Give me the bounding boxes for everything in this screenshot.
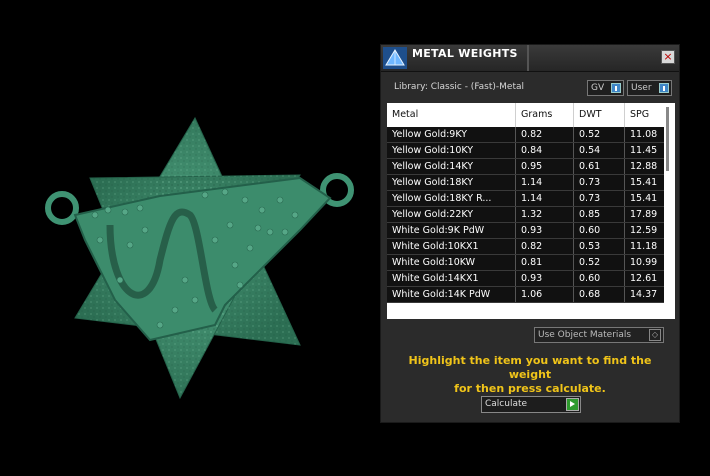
use-object-materials-dropdown[interactable]: Use Object Materials ◇ (534, 327, 664, 343)
dwt-cell: 0.53 (574, 239, 625, 254)
gv-toggle-label: GV (591, 83, 605, 93)
3d-viewport[interactable] (0, 0, 380, 476)
grams-cell: 0.93 (516, 271, 574, 286)
table-header: Metal Grams DWT SPG (387, 103, 664, 127)
table-row[interactable]: Yellow Gold:22KY 1.32 0.85 17.89 (387, 207, 664, 223)
grams-cell: 0.82 (516, 127, 574, 142)
column-header-metal[interactable]: Metal (387, 103, 516, 127)
table-row[interactable]: White Gold:14K PdW 1.06 0.68 14.37 (387, 287, 664, 303)
calculate-button[interactable]: Calculate (481, 396, 581, 413)
grams-cell: 0.84 (516, 143, 574, 158)
vertical-scrollbar[interactable] (666, 107, 669, 171)
spg-cell: 15.41 (630, 193, 658, 204)
instruction-line-2: for then press calculate. (454, 382, 606, 395)
metal-weights-panel: METAL WEIGHTS × Library: Classic - (Fast… (380, 44, 680, 423)
title-divider (527, 45, 529, 71)
panel-title: METAL WEIGHTS (412, 47, 518, 60)
grams-cell: 0.81 (516, 255, 574, 270)
column-header-grams[interactable]: Grams (516, 103, 574, 127)
library-label: Library: Classic - (Fast)-Metal (394, 82, 525, 92)
dropdown-icon: ◇ (649, 329, 661, 341)
grams-cell: 0.93 (516, 223, 574, 238)
table-row[interactable]: Yellow Gold:10KY 0.84 0.54 11.45 (387, 143, 664, 159)
table-body: Yellow Gold:9KY 0.82 0.52 11.08 Yellow Gold:… (387, 127, 664, 303)
dwt-cell: 0.52 (574, 255, 625, 270)
star-pendant-model (45, 116, 354, 400)
dwt-cell: 0.61 (574, 159, 625, 174)
metal-cell: White Gold:10KW (387, 255, 516, 270)
dwt-cell: 0.73 (574, 175, 625, 190)
grams-cell: 1.14 (516, 191, 574, 206)
dwt-cell: 0.54 (574, 143, 625, 158)
panel-titlebar[interactable]: METAL WEIGHTS × (381, 45, 679, 72)
table-row[interactable]: Yellow Gold:14KY 0.95 0.61 12.88 (387, 159, 664, 175)
metal-cell: Yellow Gold:22KY (387, 207, 516, 222)
table-row[interactable]: White Gold:10KX1 0.82 0.53 11.18 (387, 239, 664, 255)
spg-cell: 14.37 (630, 289, 658, 300)
spg-cell: 17.89 (630, 209, 658, 220)
dwt-cell: 0.60 (574, 271, 625, 286)
grams-cell: 0.95 (516, 159, 574, 174)
pyramid-logo-icon (383, 47, 407, 69)
metal-cell: White Gold:10KX1 (387, 239, 516, 254)
instruction-text: Highlight the item you want to find the … (395, 354, 665, 396)
user-toggle[interactable]: User (627, 80, 672, 96)
play-icon (566, 398, 579, 411)
metal-table: Metal Grams DWT SPG Yellow Gold:9KY 0.82 0… (387, 103, 675, 319)
table-row[interactable]: White Gold:9K PdW 0.93 0.60 12.59 (387, 223, 664, 239)
table-row[interactable]: Yellow Gold:18KY 1.14 0.73 15.41 (387, 175, 664, 191)
column-header-spg[interactable]: SPG (625, 103, 664, 127)
grams-cell: 1.32 (516, 207, 574, 222)
metal-cell: White Gold:14K PdW (387, 287, 516, 302)
grams-cell: 1.06 (516, 287, 574, 302)
table-row[interactable]: White Gold:10KW 0.81 0.52 10.99 (387, 255, 664, 271)
metal-cell: Yellow Gold:14KY (387, 159, 516, 174)
close-icon[interactable]: × (661, 50, 675, 64)
metal-cell: Yellow Gold:10KY (387, 143, 516, 158)
user-toggle-label: User (631, 83, 652, 93)
dwt-cell: 0.60 (574, 223, 625, 238)
grams-cell: 0.82 (516, 239, 574, 254)
toggle-switch-icon (611, 83, 621, 93)
instruction-line-1: Highlight the item you want to find the … (408, 354, 652, 381)
table-row[interactable]: White Gold:14KX1 0.93 0.60 12.61 (387, 271, 664, 287)
table-row[interactable]: Yellow Gold:9KY 0.82 0.52 11.08 (387, 127, 664, 143)
spg-cell: 15.41 (630, 177, 658, 188)
use-object-materials-label: Use Object Materials (538, 330, 632, 340)
toggle-switch-icon (659, 83, 669, 93)
metal-cell: Yellow Gold:18KY (387, 175, 516, 190)
dwt-cell: 0.73 (574, 191, 625, 206)
calculate-label: Calculate (485, 399, 528, 409)
spg-cell: 11.18 (630, 241, 658, 252)
dwt-cell: 0.68 (574, 287, 625, 302)
spg-cell: 11.45 (630, 145, 658, 156)
column-header-dwt[interactable]: DWT (574, 103, 625, 127)
metal-cell: White Gold:14KX1 (387, 271, 516, 286)
spg-cell: 12.59 (630, 225, 658, 236)
metal-cell: Yellow Gold:9KY (387, 127, 516, 142)
grams-cell: 1.14 (516, 175, 574, 190)
spg-cell: 11.08 (630, 129, 658, 140)
dwt-cell: 0.85 (574, 207, 625, 222)
metal-cell: White Gold:9K PdW (387, 223, 516, 238)
gv-toggle[interactable]: GV (587, 80, 624, 96)
spg-cell: 10.99 (630, 257, 658, 268)
metal-cell: Yellow Gold:18KY R... (387, 191, 516, 206)
table-row[interactable]: Yellow Gold:18KY R... 1.14 0.73 15.41 (387, 191, 664, 207)
spg-cell: 12.61 (630, 273, 658, 284)
dwt-cell: 0.52 (574, 127, 625, 142)
spg-cell: 12.88 (630, 161, 658, 172)
